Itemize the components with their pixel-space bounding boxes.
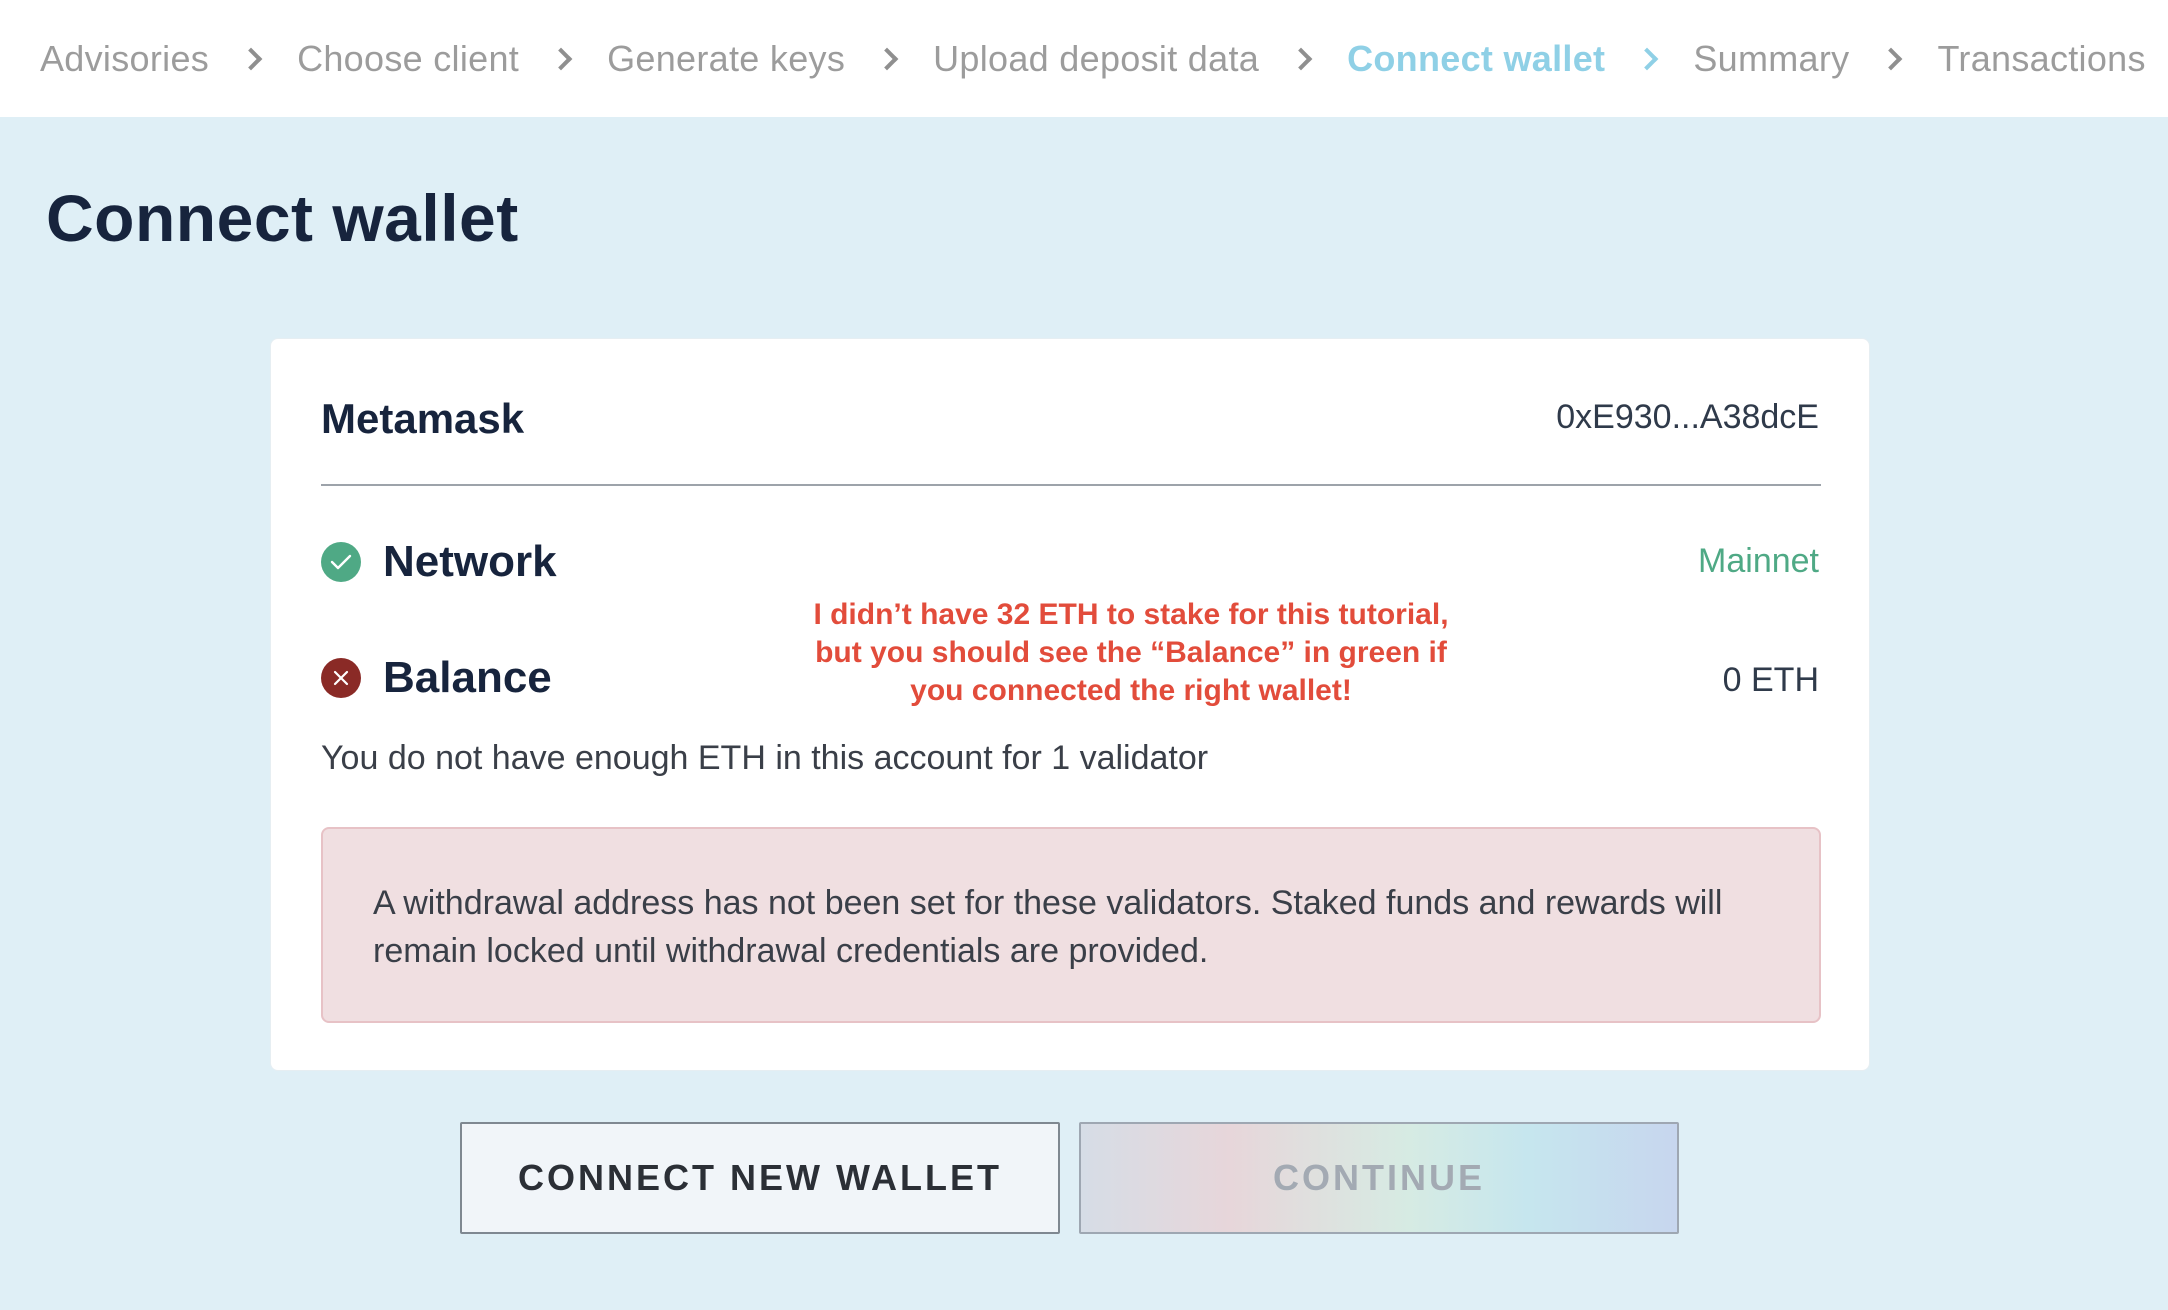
wallet-name: Metamask	[321, 395, 525, 442]
insufficient-balance-message: You do not have enough ETH in this accou…	[321, 739, 1209, 777]
network-label: Network	[383, 537, 557, 586]
step-choose-client[interactable]: Choose client	[297, 38, 519, 80]
chevron-right-icon	[1636, 47, 1659, 70]
chevron-right-icon	[1289, 47, 1313, 70]
step-navigation: Advisories Choose client Generate keys U…	[0, 0, 2168, 117]
balance-label: Balance	[383, 653, 552, 702]
step-generate-keys[interactable]: Generate keys	[607, 38, 845, 80]
annotation-line: you connected the right wallet!	[910, 674, 1352, 707]
chevron-right-icon	[875, 47, 899, 70]
page-title: Connect wallet	[46, 181, 519, 255]
step-upload-deposit-data[interactable]: Upload deposit data	[933, 38, 1259, 80]
chevron-right-icon	[1880, 47, 1903, 70]
annotation-line: I didn’t have 32 ETH to stake for this t…	[813, 598, 1449, 631]
step-advisories[interactable]: Advisories	[40, 38, 209, 80]
wallet-address: 0xE930...A38dcE	[1556, 398, 1819, 436]
withdrawal-warning-alert: A withdrawal address has not been set fo…	[321, 827, 1821, 1023]
error-circle-icon	[321, 658, 361, 698]
chevron-right-icon	[239, 47, 263, 70]
balance-value: 0 ETH	[1722, 661, 1819, 699]
step-summary[interactable]: Summary	[1693, 38, 1849, 80]
connect-new-wallet-button[interactable]: CONNECT NEW WALLET	[460, 1122, 1060, 1234]
check-circle-icon	[321, 542, 361, 582]
step-connect-wallet[interactable]: Connect wallet	[1347, 38, 1605, 80]
chevron-right-icon	[549, 47, 573, 70]
wallet-card: Metamask 0xE930...A38dcE Network Mainnet…	[270, 338, 1870, 1071]
balance-status-row: Balance	[321, 653, 552, 703]
continue-button[interactable]: CONTINUE	[1079, 1122, 1679, 1234]
network-value: Mainnet	[1698, 542, 1819, 580]
divider	[321, 484, 1821, 486]
network-status-row: Network	[321, 537, 557, 587]
tutorial-annotation: I didn’t have 32 ETH to stake for this t…	[741, 596, 1521, 710]
step-transactions[interactable]: Transactions	[1937, 38, 2145, 80]
annotation-line: but you should see the “Balance” in gree…	[815, 636, 1447, 669]
